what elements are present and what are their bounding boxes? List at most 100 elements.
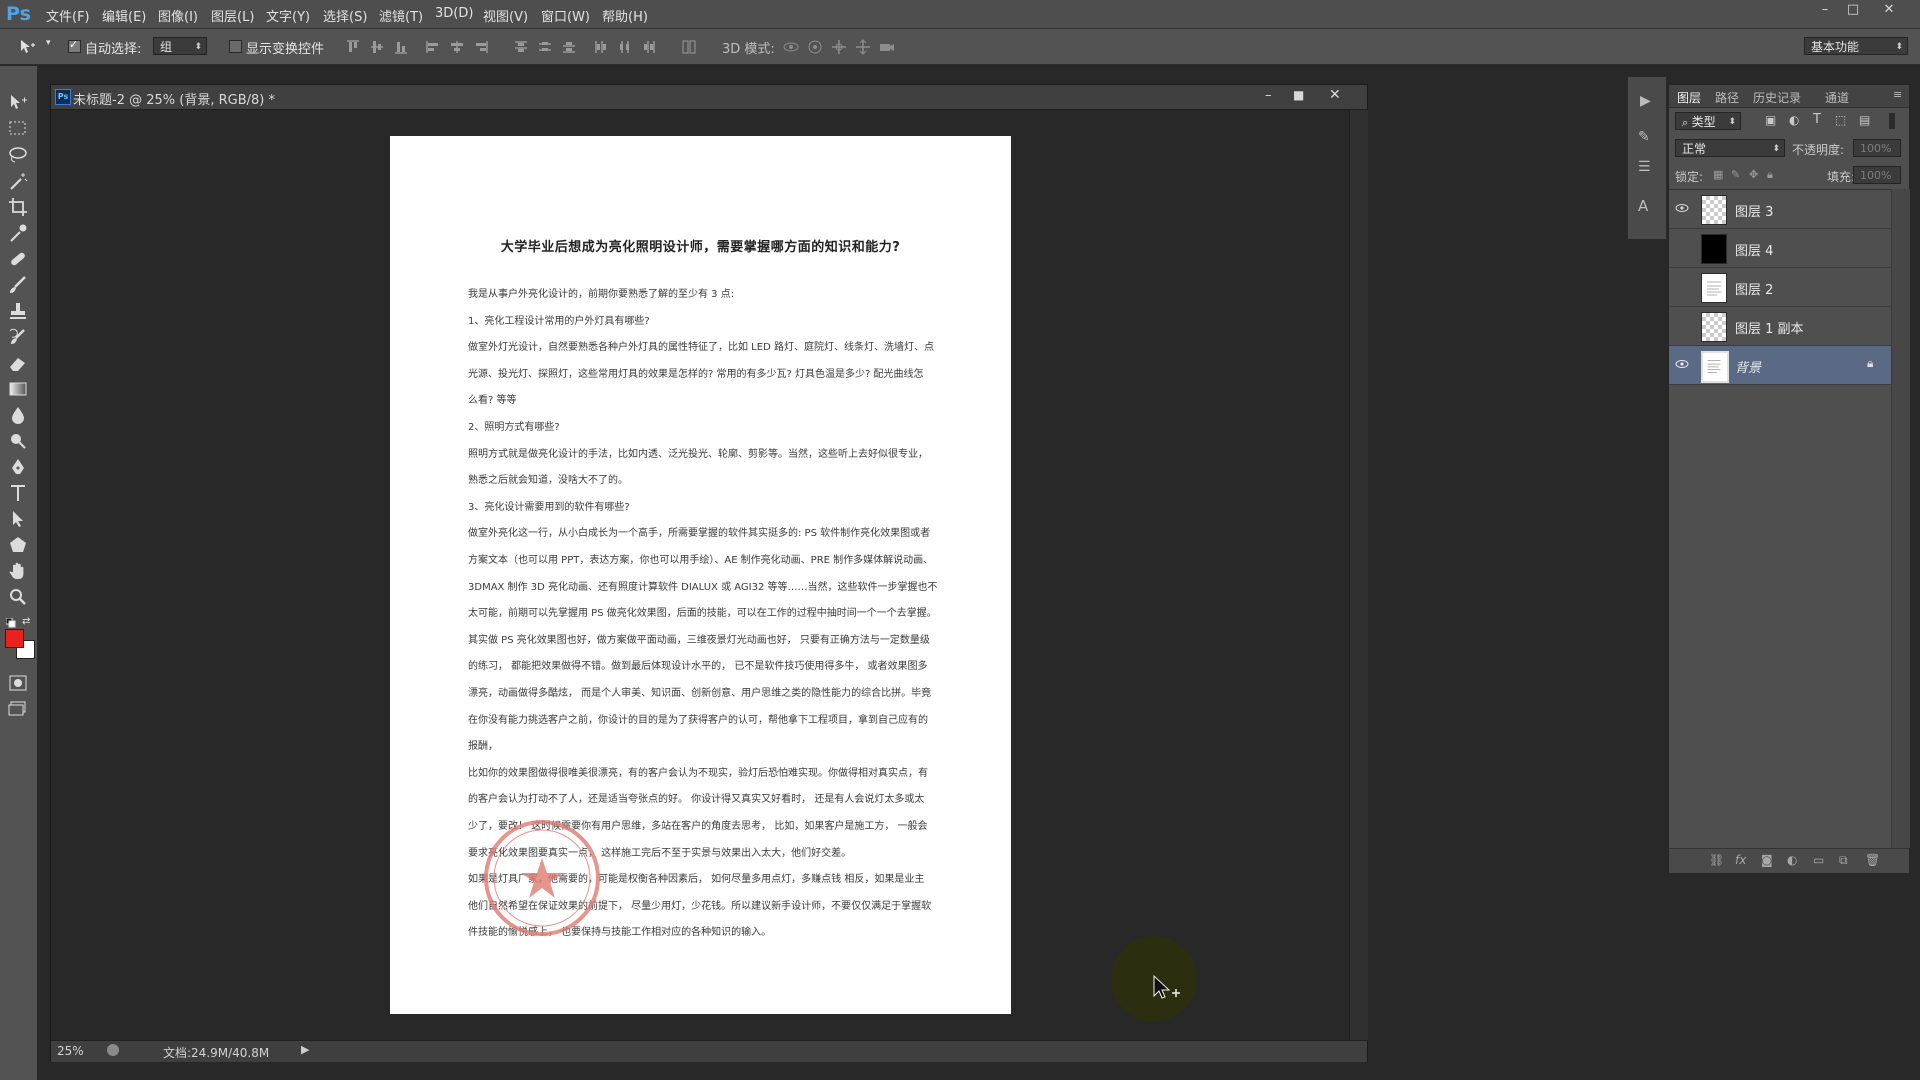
maximize-icon[interactable]: □ — [1842, 2, 1864, 17]
dodge-tool[interactable] — [6, 430, 30, 452]
lock-pixels-icon[interactable]: ✎ — [1731, 168, 1740, 181]
menu-window[interactable]: 窗口(W) — [541, 6, 590, 25]
swap-colors-icon[interactable]: ⇄ — [22, 617, 32, 627]
tab-channels[interactable]: 通道 — [1825, 89, 1849, 106]
adjustments-panel-icon[interactable]: ☰ — [1638, 159, 1651, 175]
layers-scrollbar[interactable] — [1891, 189, 1910, 848]
blur-tool[interactable] — [6, 404, 30, 426]
filter-type-icon[interactable]: T — [1813, 112, 1821, 127]
fx-icon[interactable]: fx — [1735, 853, 1746, 867]
visibility-eye-icon[interactable] — [1675, 202, 1689, 214]
lock-transparent-icon[interactable]: ▦ — [1713, 168, 1723, 181]
show-transform-checkbox[interactable] — [229, 40, 242, 53]
3d-pan-icon[interactable] — [830, 38, 848, 56]
tab-paths[interactable]: 路径 — [1715, 89, 1739, 106]
zoom-level[interactable]: 25% — [57, 1044, 84, 1058]
foreground-color-swatch[interactable] — [5, 629, 24, 648]
move-tool[interactable] — [6, 92, 30, 114]
status-menu-arrow-icon[interactable]: ▶ — [301, 1043, 309, 1056]
clone-stamp-tool[interactable] — [6, 300, 30, 322]
menu-edit[interactable]: 编辑(E) — [102, 6, 146, 25]
visibility-toggle-empty[interactable] — [1675, 280, 1687, 292]
tab-history[interactable]: 历史记录 — [1753, 89, 1801, 106]
play-action-icon[interactable]: ▶ — [1640, 93, 1651, 109]
auto-align-icon[interactable] — [680, 38, 698, 56]
magic-wand-tool[interactable] — [6, 170, 30, 192]
filter-smart-object-icon[interactable]: ▤ — [1859, 113, 1870, 127]
character-panel-icon[interactable]: A — [1638, 197, 1648, 215]
default-colors-icon[interactable] — [5, 617, 16, 628]
brush-tool[interactable] — [6, 274, 30, 296]
distribute-right-icon[interactable] — [640, 38, 658, 56]
gradient-tool[interactable] — [6, 378, 30, 400]
doc-restore-icon[interactable]: ■ — [1293, 88, 1304, 102]
opacity-input[interactable]: 100% — [1853, 139, 1901, 157]
align-top-icon[interactable] — [344, 38, 362, 56]
menu-file[interactable]: 文件(F) — [46, 6, 90, 25]
3d-roll-icon[interactable] — [806, 38, 824, 56]
trash-icon[interactable]: 🗑︎ — [1865, 853, 1880, 867]
new-group-icon[interactable]: ▭ — [1813, 853, 1824, 867]
3d-slide-icon[interactable] — [854, 38, 872, 56]
document-tab[interactable]: Ps 未标题-2 @ 25% (背景, RGB/8) * – ■ ✕ — [51, 85, 1367, 110]
lock-all-icon[interactable]: 🔒︎ — [1767, 168, 1773, 182]
chevron-down-icon[interactable]: ▾ — [46, 38, 51, 48]
3d-scale-icon[interactable] — [878, 38, 896, 56]
auto-select-dropdown[interactable]: 组 ⬍ — [153, 37, 207, 55]
minimize-icon[interactable]: – — [1814, 2, 1836, 17]
healing-brush-tool[interactable] — [6, 248, 30, 270]
menu-3d[interactable]: 3D(D) — [435, 6, 473, 21]
lock-position-icon[interactable]: ✥ — [1749, 168, 1758, 181]
distribute-vcenter-icon[interactable] — [536, 38, 554, 56]
filter-kind-dropdown[interactable]: ⌕ 类型 ⬍ — [1675, 112, 1741, 130]
visibility-toggle-empty[interactable] — [1675, 319, 1687, 331]
zoom-tool[interactable] — [6, 586, 30, 608]
auto-select-checkbox[interactable] — [68, 38, 81, 53]
eyedropper-tool[interactable] — [6, 222, 30, 244]
pen-tool[interactable] — [6, 456, 30, 478]
menu-view[interactable]: 视图(V) — [483, 6, 528, 25]
menu-select[interactable]: 选择(S) — [323, 6, 367, 25]
distribute-left-icon[interactable] — [592, 38, 610, 56]
tab-layers[interactable]: 图层 — [1677, 89, 1701, 106]
distribute-hcenter-icon[interactable] — [616, 38, 634, 56]
layer-row[interactable]: 图层 2 — [1669, 268, 1891, 307]
shape-tool[interactable] — [6, 534, 30, 556]
3d-rotate-icon[interactable] — [782, 38, 800, 56]
align-right-icon[interactable] — [472, 38, 490, 56]
eraser-tool[interactable] — [6, 352, 30, 374]
distribute-bottom-icon[interactable] — [560, 38, 578, 56]
menu-help[interactable]: 帮助(H) — [602, 6, 648, 25]
layer-row[interactable]: 图层 3 — [1669, 190, 1891, 229]
doc-close-icon[interactable]: ✕ — [1329, 87, 1341, 103]
filter-pixel-icon[interactable]: ▣ — [1765, 113, 1776, 127]
panel-menu-icon[interactable]: ≡ — [1893, 88, 1902, 101]
close-icon[interactable]: ✕ — [1878, 2, 1900, 17]
filter-toggle-switch[interactable] — [1889, 113, 1895, 129]
link-layers-icon[interactable]: ⛓︎ — [1709, 853, 1724, 867]
menu-filter[interactable]: 滤镜(T) — [379, 6, 423, 25]
filter-shape-icon[interactable]: ⬚ — [1835, 113, 1846, 127]
canvas-area[interactable]: 大学毕业后想成为亮化照明设计师，需要掌握哪方面的知识和能力? 我是从事户外亮化设… — [51, 110, 1349, 1040]
workspace-dropdown[interactable]: 基本功能 ⬍ — [1804, 37, 1908, 55]
align-hcenter-icon[interactable] — [448, 38, 466, 56]
filter-adjustment-icon[interactable]: ◐ — [1789, 113, 1799, 127]
align-vcenter-icon[interactable] — [368, 38, 386, 56]
vertical-scrollbar[interactable] — [1349, 110, 1368, 1040]
brush-panel-icon[interactable]: ✎ — [1638, 129, 1650, 145]
lasso-tool[interactable] — [6, 144, 30, 166]
align-bottom-icon[interactable] — [392, 38, 410, 56]
doc-minimize-icon[interactable]: – — [1265, 88, 1272, 103]
blend-mode-dropdown[interactable]: 正常 ⬍ — [1675, 139, 1785, 157]
move-tool-icon[interactable] — [18, 38, 36, 56]
path-selection-tool[interactable] — [6, 508, 30, 530]
layer-row-selected[interactable]: 背景 🔒︎ — [1669, 346, 1891, 385]
quick-mask-icon[interactable] — [6, 672, 30, 694]
layer-row[interactable]: 图层 4 — [1669, 229, 1891, 268]
fill-input[interactable]: 100% — [1853, 166, 1901, 184]
status-info-icon[interactable] — [107, 1044, 119, 1056]
type-tool[interactable] — [6, 482, 30, 504]
marquee-tool[interactable] — [6, 118, 30, 140]
menu-image[interactable]: 图像(I) — [158, 6, 198, 25]
history-brush-tool[interactable] — [6, 326, 30, 348]
